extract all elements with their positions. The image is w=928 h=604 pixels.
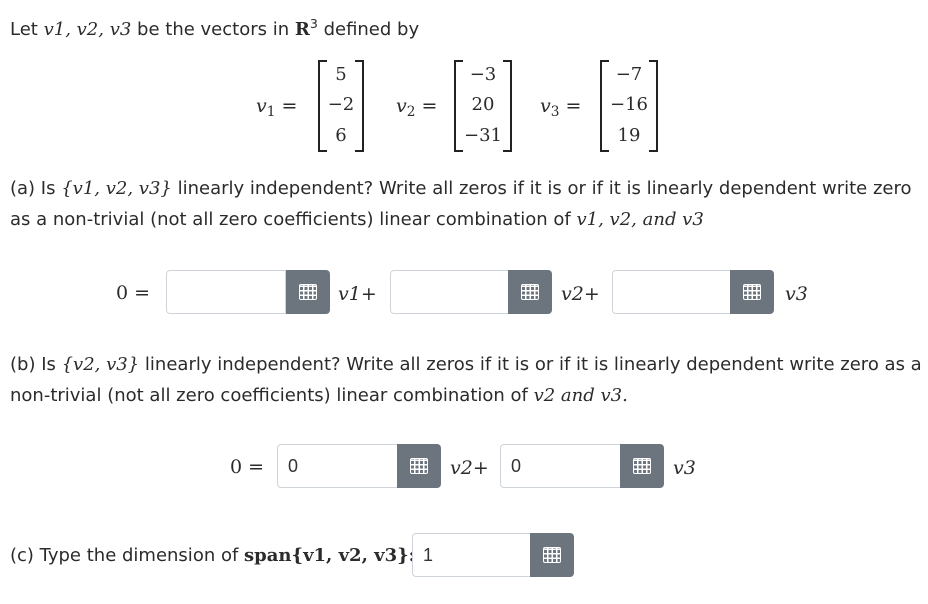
part-a-question-line2: as a non-trivial (not all zero coefficie… [10, 209, 704, 230]
v1-label: v1 = [256, 95, 298, 121]
grid-icon [633, 458, 651, 474]
part-a-matrix-button-2[interactable] [508, 270, 552, 314]
grid-icon [521, 284, 539, 300]
part-b-question-line2: non-trivial (not all zero coefficients) … [10, 385, 628, 406]
v3-label: v3 = [540, 95, 582, 121]
grid-icon [543, 547, 561, 563]
part-b-lhs: 0 = [230, 456, 265, 478]
v2-matrix: −3 20 −31 [454, 60, 512, 152]
part-c-question: (c) Type the dimension of span{v1, v2, v… [10, 545, 416, 566]
v2-label: v2 = [396, 95, 438, 121]
part-a-term-v1: v1+ [338, 283, 377, 305]
v1-matrix: 5 −2 6 [318, 60, 364, 152]
part-b-coef-v2-input[interactable] [277, 444, 399, 488]
part-a-term-v2: v2+ [561, 283, 600, 305]
part-a-coef-v1-input[interactable] [166, 270, 286, 314]
grid-icon [299, 284, 317, 300]
part-c-matrix-button[interactable] [530, 533, 574, 577]
v3-matrix: −7 −16 19 [600, 60, 658, 152]
part-b-term-v2: v2+ [450, 457, 489, 479]
part-a-term-v3: v3 [785, 283, 808, 305]
grid-icon [410, 458, 428, 474]
intro-vectors: v1, v2, v3 [43, 18, 132, 40]
part-a-matrix-button-3[interactable] [730, 270, 774, 314]
part-a-matrix-button-1[interactable] [286, 270, 330, 314]
part-b-matrix-button-1[interactable] [397, 444, 441, 488]
part-b-question: (b) Is {v2, v3} linearly independent? Wr… [10, 354, 922, 375]
part-a-lhs: 0 = [116, 282, 151, 304]
grid-icon [743, 284, 761, 300]
part-a-coef-v3-input[interactable] [612, 270, 732, 314]
part-b-matrix-button-2[interactable] [620, 444, 664, 488]
part-c-dimension-input[interactable] [412, 533, 532, 577]
part-a-coef-v2-input[interactable] [390, 270, 510, 314]
part-a-question: (a) Is {v1, v2, v3} linearly independent… [10, 178, 912, 199]
part-b-coef-v3-input[interactable] [500, 444, 622, 488]
part-b-term-v3: v3 [673, 457, 696, 479]
intro-text: Let v1, v2, v3 be the vectors in R3 defi… [10, 16, 420, 40]
